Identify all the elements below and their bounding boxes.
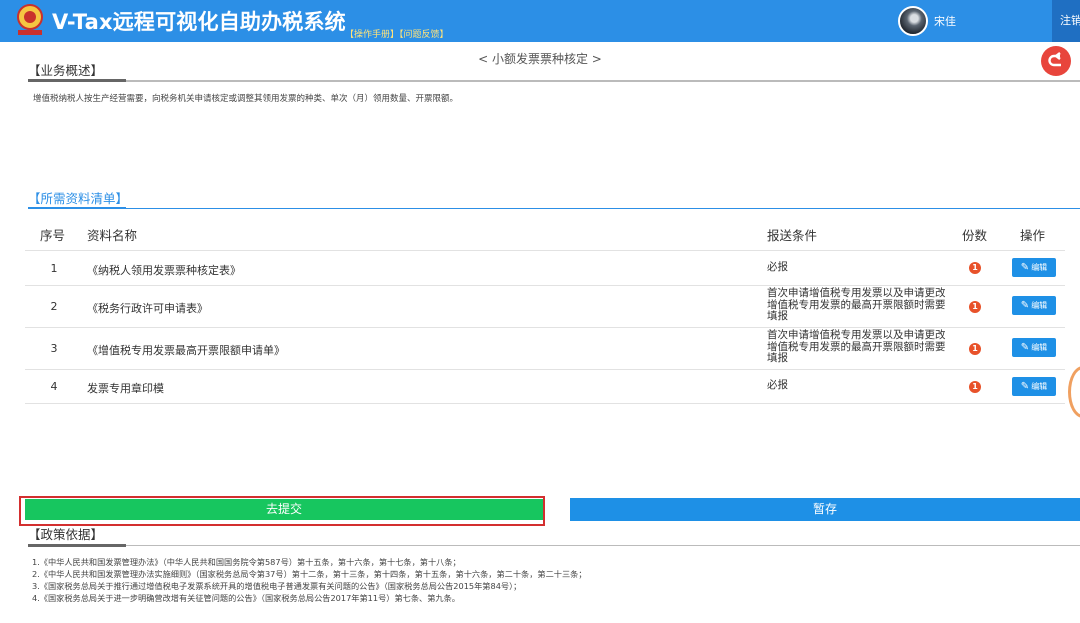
submit-button[interactable]: 去提交 (25, 499, 543, 520)
row-condition: 首次申请增值税专用发票以及申请更改增值税专用发票的最高开票限额时需要填报 (767, 329, 946, 364)
row-index: 4 (50, 380, 58, 393)
policy-divider (28, 545, 1080, 546)
help-links: 【操作手册】【问题反馈】 (345, 27, 449, 40)
pencil-icon: ✎ (1020, 300, 1030, 311)
edit-button[interactable]: ✎ 编辑 (1012, 338, 1056, 357)
logout-button[interactable]: 注销 (1052, 0, 1080, 42)
overview-heading: 【业务概述】 (28, 63, 104, 78)
table-row: 3 《增值税专用发票最高开票限额申请单》 首次申请增值税专用发票以及申请更改增值… (25, 328, 1065, 370)
col-name-header: 资料名称 (87, 228, 138, 243)
policy-item: 4.《国家税务总局关于进一步明确营改增有关征管问题的公告》（国家税务总局公告20… (32, 593, 460, 603)
row-material-name: 《增值税专用发票最高开票限额申请单》 (87, 344, 285, 357)
edit-button[interactable]: ✎ 编辑 (1012, 258, 1056, 277)
row-count-badge: 1 (969, 343, 981, 355)
page-title: < 小额发票票种核定 > (478, 52, 602, 66)
row-count-badge: 1 (969, 262, 981, 274)
policy-item: 2.《中华人民共和国发票管理办法实施细则》（国家税务总局令第37号）第十二条，第… (32, 569, 587, 579)
tax-emblem-icon (17, 4, 43, 35)
row-condition: 首次申请增值税专用发票以及申请更改增值税专用发票的最高开票限额时需要填报 (767, 287, 946, 322)
overview-text: 增值税纳税人按生产经营需要，向税务机关申请核定或调整其领用发票的种类、单次（月）… (33, 94, 459, 104)
edit-button[interactable]: ✎ 编辑 (1012, 296, 1056, 315)
edit-button-label: 编辑 (1031, 301, 1048, 310)
floating-service-button[interactable] (1068, 366, 1080, 418)
avatar[interactable] (898, 6, 928, 36)
row-count-badge: 1 (969, 301, 981, 313)
row-count-badge: 1 (969, 381, 981, 393)
col-index-header: 序号 (40, 228, 66, 243)
manual-link[interactable]: 【操作手册】 (345, 30, 399, 40)
app-title: V-Tax远程可视化自助办税系统 (52, 10, 346, 34)
pencil-icon: ✎ (1020, 262, 1030, 273)
materials-divider (28, 208, 1080, 209)
col-condition-header: 报送条件 (767, 228, 818, 243)
edit-button-label: 编辑 (1031, 382, 1048, 391)
row-material-name: 《税务行政许可申请表》 (87, 302, 208, 315)
row-material-name: 发票专用章印模 (87, 382, 164, 395)
table-row: 1 《纳税人领用发票票种核定表》 必报 1 ✎ 编辑 (25, 251, 1065, 286)
col-count-header: 份数 (962, 228, 988, 243)
policy-list: 1.《中华人民共和国发票管理办法》（中华人民共和国国务院令第587号）第十五条，… (32, 556, 587, 604)
pencil-icon: ✎ (1020, 381, 1030, 392)
overview-divider-accent (28, 79, 126, 82)
edit-button[interactable]: ✎ 编辑 (1012, 377, 1056, 396)
row-condition: 必报 (767, 261, 788, 273)
policy-heading: 【政策依据】 (28, 527, 104, 542)
pencil-icon: ✎ (1020, 342, 1030, 353)
table-row: 2 《税务行政许可申请表》 首次申请增值税专用发票以及申请更改增值税专用发票的最… (25, 286, 1065, 328)
back-button[interactable] (1041, 46, 1071, 76)
policy-item: 1.《中华人民共和国发票管理办法》（中华人民共和国国务院令第587号）第十五条，… (32, 557, 461, 567)
edit-button-label: 编辑 (1031, 263, 1048, 272)
top-bar: V-Tax远程可视化自助办税系统 【操作手册】【问题反馈】 宋佳 注销 (0, 0, 1080, 42)
return-arrow-icon (1048, 52, 1061, 67)
table-row: 4 发票专用章印模 必报 1 ✎ 编辑 (25, 370, 1065, 404)
feedback-link[interactable]: 【问题反馈】 (399, 30, 449, 40)
row-index: 2 (50, 300, 58, 313)
row-condition: 必报 (767, 379, 788, 391)
user-name: 宋佳 (934, 15, 956, 28)
edit-button-label: 编辑 (1031, 343, 1048, 352)
policy-divider-accent (28, 544, 126, 547)
col-action-header: 操作 (1020, 228, 1046, 243)
row-material-name: 《纳税人领用发票票种核定表》 (87, 264, 241, 277)
overview-divider (28, 80, 1080, 82)
materials-divider-accent (28, 207, 126, 209)
materials-heading: 【所需资料清单】 (28, 191, 129, 206)
row-index: 1 (50, 262, 58, 275)
save-draft-button[interactable]: 暂存 (570, 498, 1080, 521)
row-index: 3 (50, 342, 58, 355)
policy-item: 3.《国家税务总局关于推行通过增值税电子发票系统开具的增值税电子普通发票有关问题… (32, 581, 522, 591)
